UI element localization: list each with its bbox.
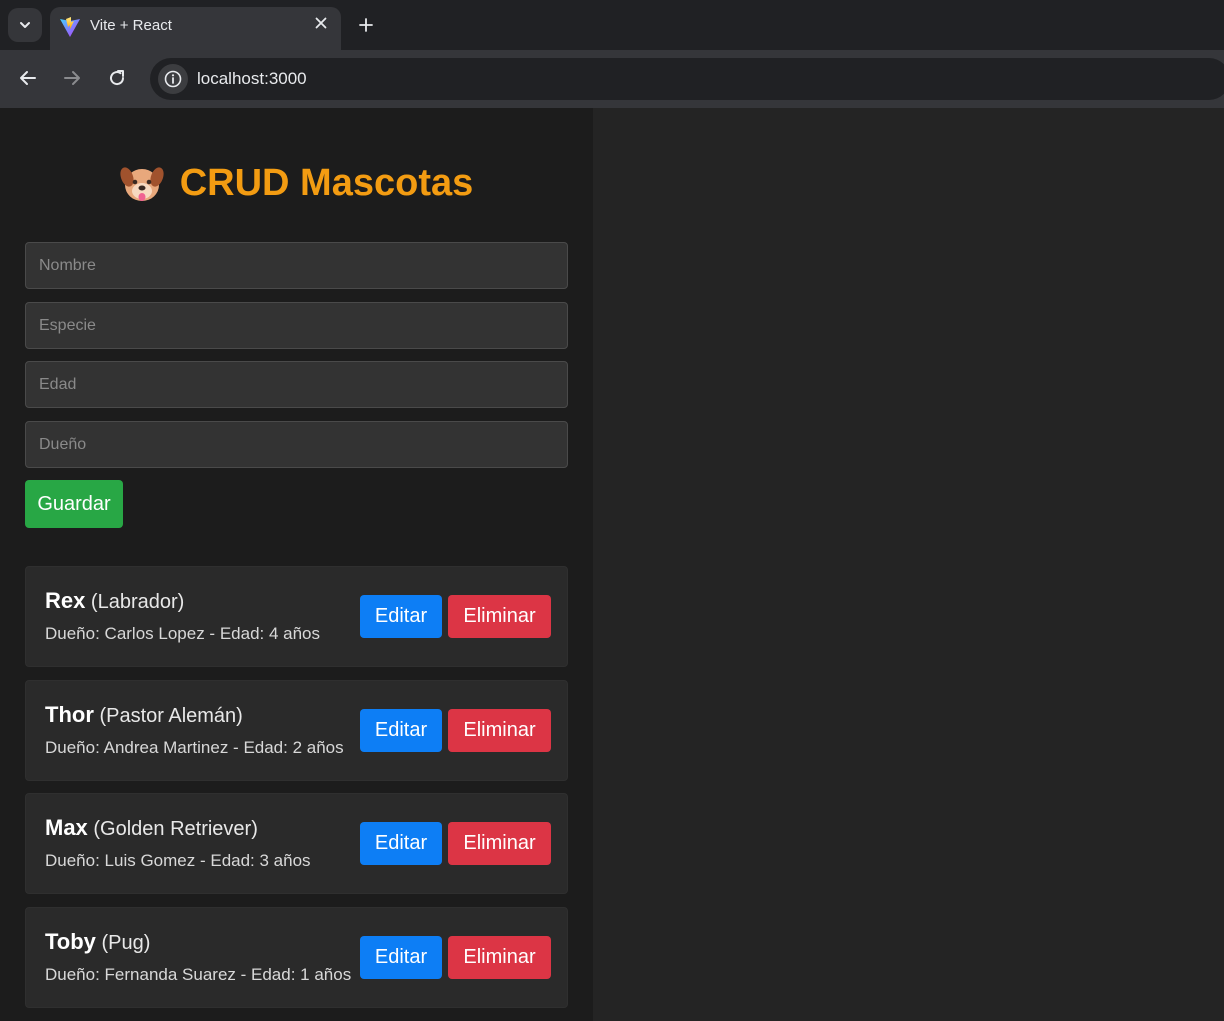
delete-button[interactable]: Eliminar: [448, 822, 551, 865]
close-icon[interactable]: [314, 16, 328, 30]
edit-button[interactable]: Editar: [360, 595, 442, 638]
edit-button[interactable]: Editar: [360, 822, 442, 865]
dog-face-icon: [120, 167, 164, 201]
address-bar[interactable]: localhost:3000: [150, 58, 1224, 100]
pet-card: Rex (Labrador) Dueño: Carlos Lopez - Eda…: [25, 566, 568, 667]
app-panel: CRUD Mascotas Guardar Rex (Labrador) Due…: [0, 108, 593, 1021]
pet-details: Dueño: Carlos Lopez - Edad: 4 años: [45, 624, 321, 643]
pet-heading: Toby (Pug): [45, 929, 150, 955]
pet-species: (Pug): [101, 932, 151, 954]
browser-tabstrip: Vite + React: [0, 0, 1224, 50]
pet-species: (Labrador): [90, 591, 185, 613]
reload-icon[interactable]: [105, 66, 129, 90]
dueno-input[interactable]: [25, 421, 568, 468]
pet-heading: Thor (Pastor Alemán): [45, 702, 243, 728]
title-row: CRUD Mascotas: [0, 158, 593, 208]
edit-button[interactable]: Editar: [360, 709, 442, 752]
edad-input[interactable]: [25, 361, 568, 408]
pet-species: (Pastor Alemán): [99, 705, 243, 727]
browser-toolbar: localhost:3000: [0, 50, 1224, 108]
especie-input[interactable]: [25, 302, 568, 349]
tab-title: Vite + React: [90, 17, 172, 34]
pet-name: Toby: [45, 929, 96, 954]
edit-button[interactable]: Editar: [360, 936, 442, 979]
delete-button[interactable]: Eliminar: [448, 595, 551, 638]
info-icon[interactable]: [158, 64, 188, 94]
pet-species: (Golden Retriever): [93, 818, 258, 840]
pet-heading: Rex (Labrador): [45, 588, 184, 614]
pet-details: Dueño: Luis Gomez - Edad: 3 años: [45, 851, 311, 870]
save-button[interactable]: Guardar: [25, 480, 123, 528]
page-title: CRUD Mascotas: [179, 161, 474, 204]
url-text: localhost:3000: [197, 69, 307, 88]
pet-details: Dueño: Andrea Martinez - Edad: 2 años: [45, 738, 344, 757]
vite-logo-icon: [60, 17, 80, 37]
page-viewport: CRUD Mascotas Guardar Rex (Labrador) Due…: [0, 108, 1224, 1021]
delete-button[interactable]: Eliminar: [448, 936, 551, 979]
tab-search-button[interactable]: [8, 8, 42, 42]
plus-icon[interactable]: [355, 14, 377, 36]
pet-heading: Max (Golden Retriever): [45, 815, 258, 841]
arrow-left-icon[interactable]: [16, 66, 40, 90]
browser-tab-active[interactable]: Vite + React: [50, 7, 341, 50]
pet-details: Dueño: Fernanda Suarez - Edad: 1 años: [45, 965, 352, 984]
pet-name: Thor: [45, 702, 94, 727]
pet-card: Max (Golden Retriever) Dueño: Luis Gomez…: [25, 793, 568, 894]
pet-card: Toby (Pug) Dueño: Fernanda Suarez - Edad…: [25, 907, 568, 1008]
arrow-right-icon[interactable]: [60, 66, 84, 90]
chevron-down-icon: [20, 22, 30, 28]
pet-name: Rex: [45, 588, 86, 613]
pet-name: Max: [45, 815, 88, 840]
nombre-input[interactable]: [25, 242, 568, 289]
pet-card: Thor (Pastor Alemán) Dueño: Andrea Marti…: [25, 680, 568, 781]
delete-button[interactable]: Eliminar: [448, 709, 551, 752]
